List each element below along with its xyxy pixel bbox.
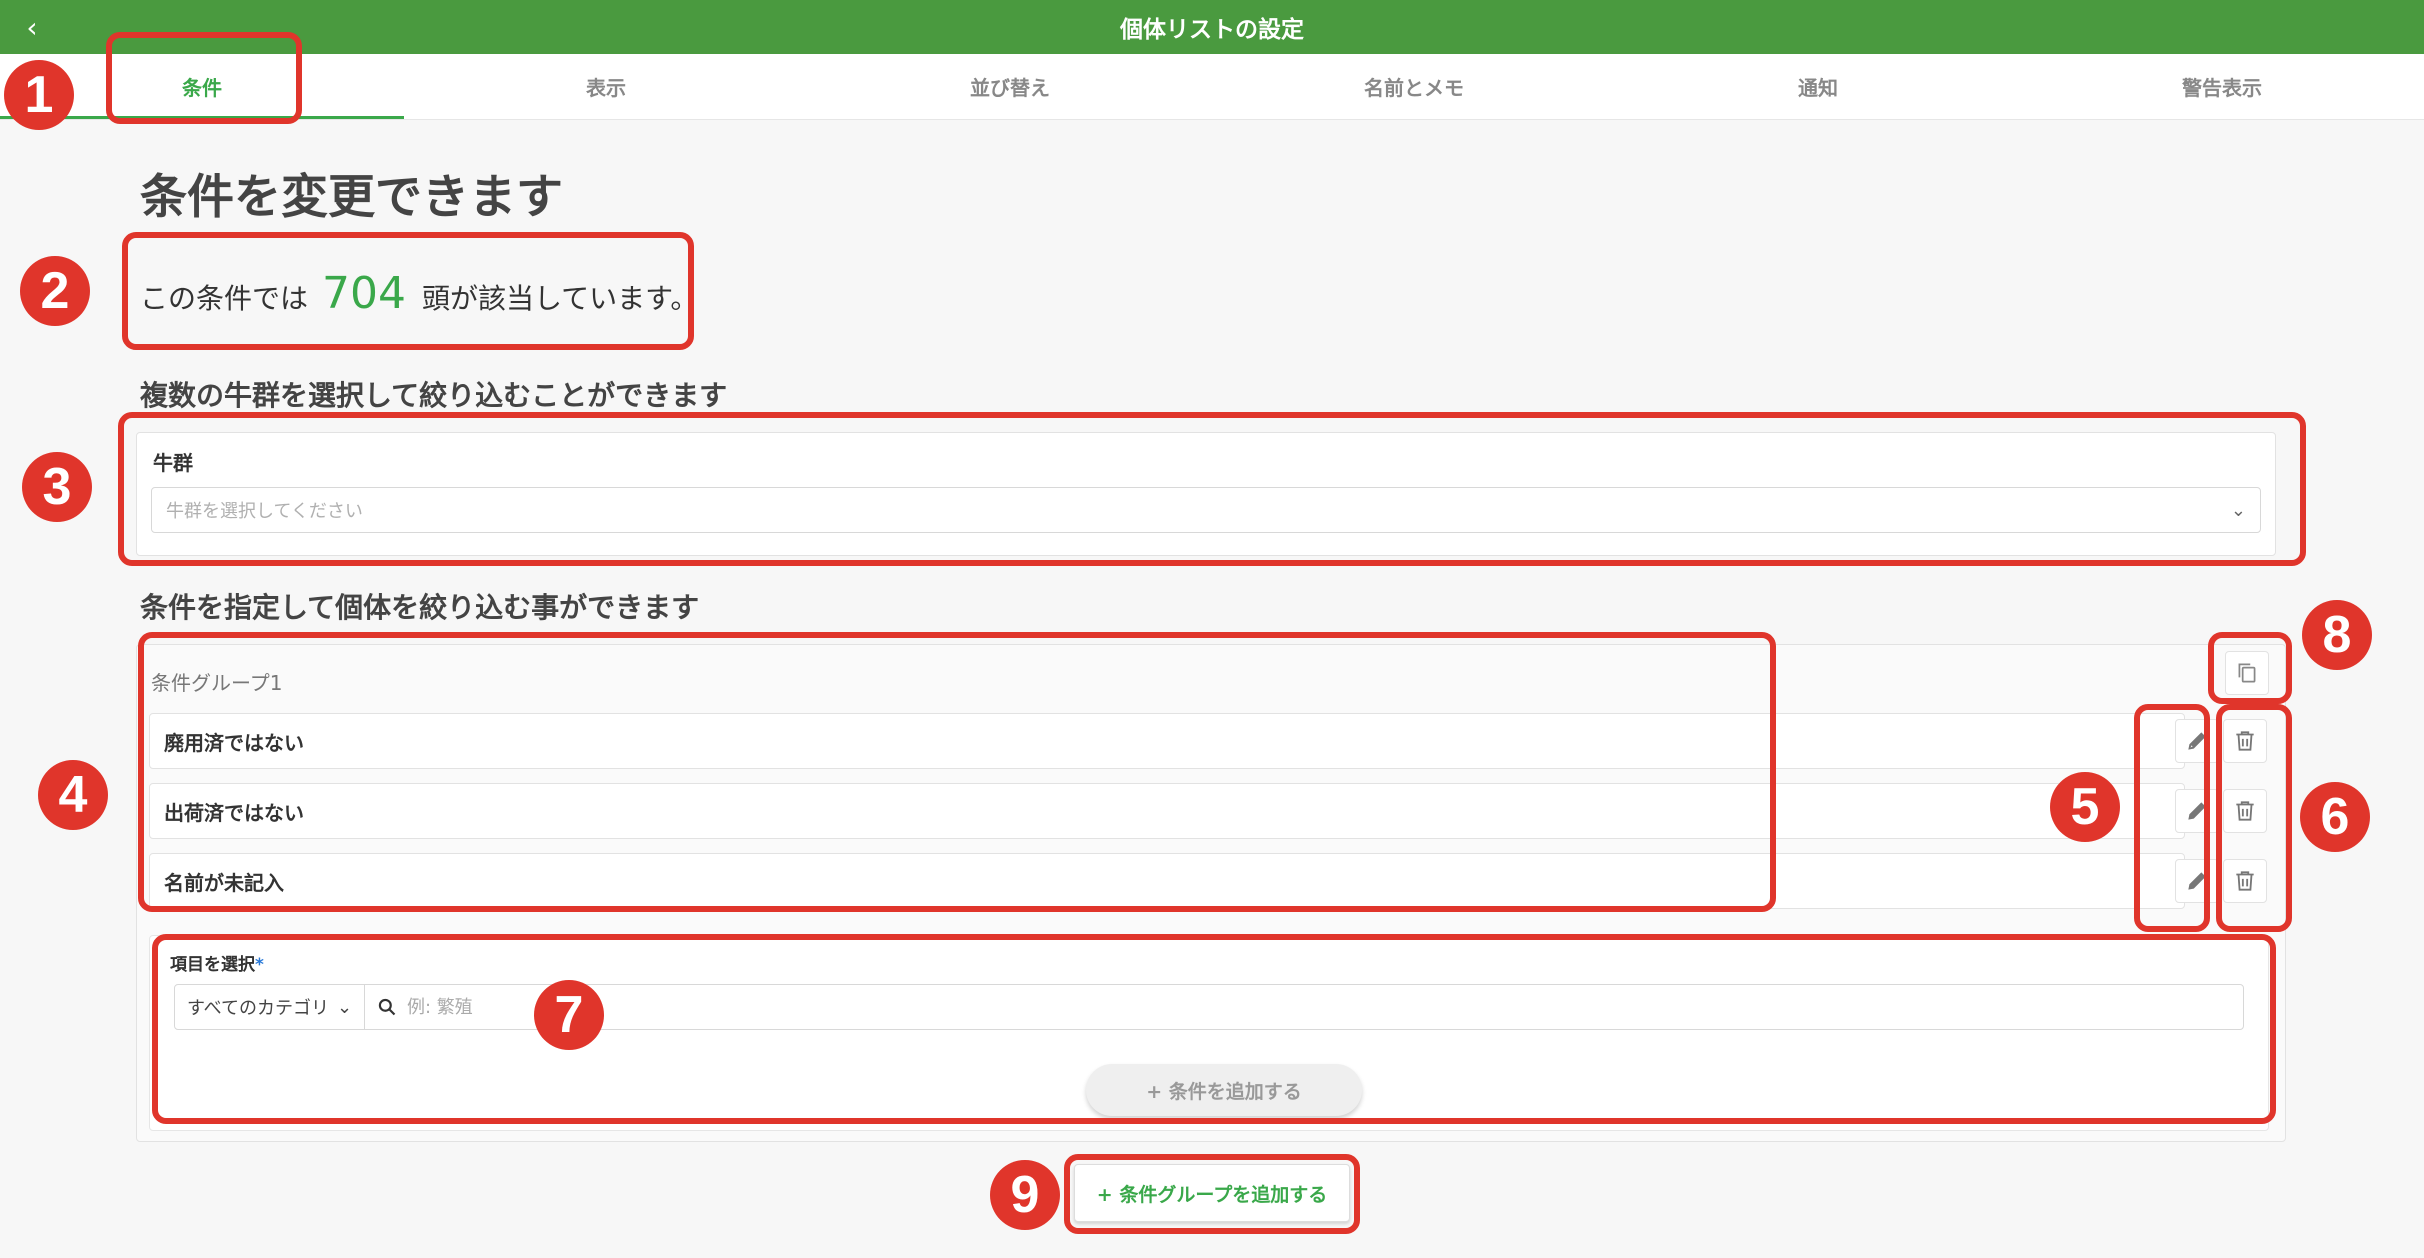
match-count-text: この条件では 704 頭が該当しています。 [140,268,699,319]
tab-bar: 条件 表示 並び替え 名前とメモ 通知 警告表示 [0,54,2424,120]
herd-label: 牛群 [153,451,193,475]
pencil-icon [2188,872,2206,890]
section-headline: 条件を変更できます [140,170,563,225]
item-search-input[interactable] [407,996,2243,1018]
herd-card: 牛群 牛群を選択してください ⌄ [136,432,2276,556]
tab-display[interactable]: 表示 [404,54,808,119]
category-select[interactable]: すべてのカテゴリ ⌄ [175,985,365,1029]
delete-condition-button[interactable] [2223,859,2267,903]
pencil-icon [2188,802,2206,820]
tab-notification[interactable]: 通知 [1616,54,2020,119]
annotation-badge: 7 [534,980,604,1050]
copy-icon [2238,663,2256,683]
herd-select[interactable]: 牛群を選択してください ⌄ [151,487,2261,533]
edit-condition-button[interactable] [2175,719,2219,763]
condition-row: 廃用済ではない [149,713,2185,769]
annotation-badge: 5 [2050,772,2120,842]
trash-icon [2236,871,2254,891]
item-select-label: 項目を選択* [170,955,264,975]
header-bar: 個体リストの設定 [0,0,2424,54]
condition-section-title: 条件を指定して個体を絞り込む事ができます [140,591,700,624]
annotation-badge: 4 [38,760,108,830]
page-title: 個体リストの設定 [1120,17,1304,43]
add-condition-group-button[interactable]: + 条件グループを追加する [1074,1164,1350,1222]
pencil-icon [2188,732,2206,750]
delete-condition-button[interactable] [2223,789,2267,833]
condition-row: 出荷済ではない [149,783,2185,839]
condition-group-card: 条件グループ1 廃用済ではない 出荷済ではない 名前が未記入 項目を選択* すべ… [136,644,2286,1142]
herd-section-title: 複数の牛群を選択して絞り込むことができます [140,379,728,412]
chevron-left-icon: ‹ [26,11,38,44]
delete-condition-button[interactable] [2223,719,2267,763]
annotation-badge: 3 [22,452,92,522]
annotation-badge: 2 [20,256,90,326]
add-condition-area: 項目を選択* すべてのカテゴリ ⌄ + 条件を追加する [149,935,2269,1131]
add-condition-button[interactable]: + 条件を追加する [1086,1064,1362,1116]
annotation-badge: 9 [990,1160,1060,1230]
tab-sort[interactable]: 並び替え [808,54,1212,119]
edit-condition-button[interactable] [2175,859,2219,903]
search-field [365,985,2243,1029]
chevron-down-icon: ⌄ [2230,499,2246,521]
trash-icon [2236,801,2254,821]
tab-warning[interactable]: 警告表示 [2020,54,2424,119]
edit-condition-button[interactable] [2175,789,2219,833]
annotation-badge: 6 [2300,782,2370,852]
condition-row: 名前が未記入 [149,853,2185,909]
tab-name-memo[interactable]: 名前とメモ [1212,54,1616,119]
condition-group-label: 条件グループ1 [151,671,283,695]
item-search-row: すべてのカテゴリ ⌄ [174,984,2244,1030]
annotation-badge: 8 [2302,600,2372,670]
chevron-down-icon: ⌄ [336,996,353,1018]
back-button[interactable]: ‹ [12,8,52,48]
annotation-badge: 1 [4,60,74,130]
match-count: 704 [322,268,406,319]
trash-icon [2236,731,2254,751]
copy-group-button[interactable] [2225,651,2269,695]
search-icon [378,998,396,1016]
